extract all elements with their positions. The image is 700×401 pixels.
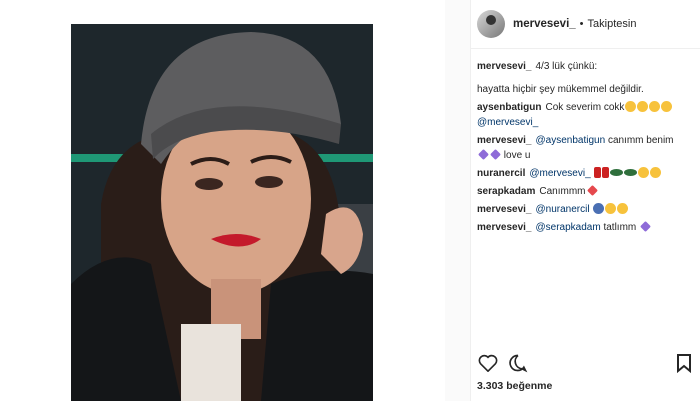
comment-mention[interactable]: @mervesevi_ xyxy=(529,168,590,179)
comment-mention[interactable]: @aysenbatigun xyxy=(536,135,606,146)
smile-emoji-icon xyxy=(605,203,617,214)
heart-eyes-emoji-icon xyxy=(625,101,637,112)
comment-mention[interactable]: @mervesevi_ xyxy=(477,117,538,128)
smile-emoji-icon xyxy=(650,167,662,178)
photo-area xyxy=(0,0,445,401)
comment-text-2: love u xyxy=(503,150,531,161)
kiss-lips-emoji-icon xyxy=(610,169,624,176)
heart-icon xyxy=(478,354,498,372)
smile-emoji-icon xyxy=(637,101,649,112)
caption-line1: 4/3 lük çünkü: xyxy=(535,61,598,72)
comment-text: canımm benim xyxy=(607,135,674,146)
like-count[interactable]: 3.303 beğenme xyxy=(477,380,552,392)
comment-text: Canımmm xyxy=(539,186,586,197)
portrait-image xyxy=(71,24,373,401)
like-button[interactable] xyxy=(477,352,499,374)
comment-username[interactable]: mervesevi_ xyxy=(477,135,532,146)
comment-item: aysenbatigun Cok severim cokk @mervesevi_ xyxy=(477,100,695,130)
comment-username[interactable]: serapkadam xyxy=(477,186,535,197)
purple-heart-emoji-icon xyxy=(640,221,651,232)
save-button[interactable] xyxy=(673,352,695,374)
comment-item: mervesevi_ @aysenbatigun canımm benim lov… xyxy=(477,133,695,163)
comment-item: serapkadam Canımmm xyxy=(477,184,695,199)
purple-heart-emoji-icon xyxy=(478,149,489,160)
follow-status[interactable]: Takiptesin xyxy=(588,18,637,30)
comment-username[interactable]: mervesevi_ xyxy=(477,204,532,215)
comment-mention[interactable]: @serapkadam xyxy=(536,222,601,233)
praying-emoji-icon xyxy=(593,203,605,214)
smile-emoji-icon xyxy=(649,101,661,112)
comment-text: tatlımm xyxy=(603,222,637,233)
comment-username[interactable]: nuranercil xyxy=(477,168,525,179)
smile-emoji-icon xyxy=(638,167,650,178)
comment-button[interactable] xyxy=(507,352,529,374)
comment-text: Cok severim cokk xyxy=(545,102,625,113)
post-side-panel: mervesevi_ • Takiptesin mervesevi_ 4/3 lü… xyxy=(470,0,700,401)
kiss-lips-emoji-icon xyxy=(624,169,638,176)
post-header: mervesevi_ • Takiptesin xyxy=(471,0,700,49)
comment-item: mervesevi_ @serapkadam tatlımm xyxy=(477,220,695,235)
header-username[interactable]: mervesevi_ xyxy=(513,18,576,30)
rose-emoji-icon xyxy=(602,167,610,178)
avatar[interactable] xyxy=(477,10,505,38)
bookmark-icon xyxy=(677,354,691,373)
red-heart-emoji-icon xyxy=(586,185,598,196)
comment-item: mervesevi_ @nuranercil xyxy=(477,202,695,217)
comment-list: mervesevi_ 4/3 lük çünkü: hayatta hiçbir … xyxy=(471,49,700,235)
comment-mention[interactable]: @nuranercil xyxy=(536,204,590,215)
comment-username[interactable]: mervesevi_ xyxy=(477,222,532,233)
comment-item: nuranercil @mervesevi_ xyxy=(477,166,695,181)
smile-emoji-icon xyxy=(661,101,673,112)
caption-username[interactable]: mervesevi_ xyxy=(477,61,532,72)
comment-icon xyxy=(509,354,528,373)
header-separator: • xyxy=(579,18,584,30)
rose-emoji-icon xyxy=(594,167,602,178)
action-bar xyxy=(477,352,695,374)
comment-username[interactable]: aysenbatigun xyxy=(477,102,541,113)
post-photo[interactable] xyxy=(71,24,373,401)
purple-heart-emoji-icon xyxy=(490,149,501,160)
smile-emoji-icon xyxy=(617,203,629,214)
caption-line2: hayatta hiçbir şey mükemmel değildir. xyxy=(477,84,644,95)
caption: mervesevi_ 4/3 lük çünkü: hayatta hiçbir … xyxy=(477,59,695,97)
